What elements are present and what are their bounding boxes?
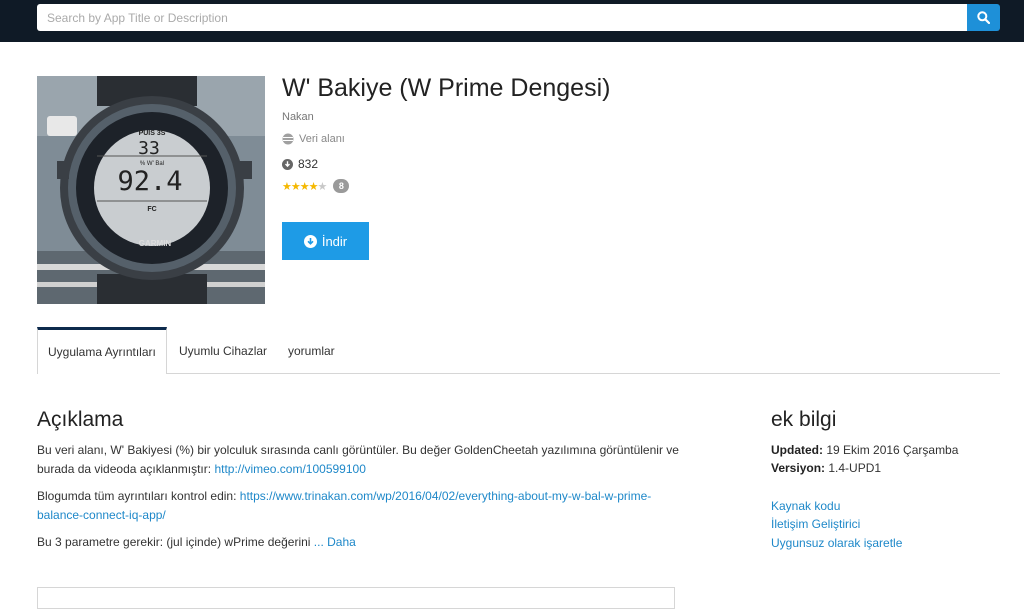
tab-bar: Uygulama Ayrıntıları Uyumlu Cihazlar yor…	[37, 327, 1000, 374]
download-button-label: İndir	[321, 233, 348, 249]
description-paragraph-3: Bu 3 parametre gerekir: (jul içinde) wPr…	[37, 533, 687, 552]
description-heading: Açıklama	[37, 408, 124, 431]
updated-label: Updated:	[771, 443, 823, 457]
downloads-row: 832	[282, 157, 318, 171]
star-filled-icon: ★	[299, 180, 310, 193]
tab-compatible-devices[interactable]: Uyumlu Cihazlar	[179, 327, 267, 373]
data-field-icon	[282, 133, 294, 145]
read-more-link[interactable]: ... Daha	[314, 535, 356, 549]
rating-count-badge: 8	[333, 179, 350, 193]
watch-top-value: 33	[138, 138, 160, 159]
report-inappropriate-link[interactable]: Uygunsuz olarak işaretle	[771, 536, 902, 550]
download-count: 832	[298, 157, 319, 171]
description-paragraph-1: Bu veri alanı, W' Bakiyesi (%) bir yolcu…	[37, 441, 687, 478]
search-button[interactable]	[967, 4, 1000, 31]
rating-stars: ★★★★★	[282, 180, 328, 193]
app-title: W' Bakiye (W Prime Dengesi)	[282, 74, 611, 102]
star-filled-icon: ★	[308, 180, 319, 193]
download-count-icon	[282, 158, 293, 170]
description-text-3: Bu 3 parametre gerekir: (jul içinde) wPr…	[37, 535, 314, 549]
watch-brand: GARMIN	[139, 239, 172, 248]
description-paragraph-2: Blogumda tüm ayrıntıları kontrol edin: h…	[37, 487, 687, 524]
rating-row: ★★★★★ 8	[282, 179, 350, 193]
updated-row: Updated: 19 Ekim 2016 Çarşamba	[771, 443, 958, 457]
watch-top-label: PUIS 3S	[139, 130, 166, 137]
vimeo-link[interactable]: http://vimeo.com/100599100	[214, 462, 365, 476]
version-value: 1.4-UPD1	[828, 461, 882, 475]
tab-app-details[interactable]: Uygulama Ayrıntıları	[37, 327, 167, 374]
watch-bottom-label: FC	[147, 206, 156, 213]
search-input[interactable]	[37, 4, 967, 31]
developer-link[interactable]: Nakan	[282, 111, 314, 123]
top-navigation-bar	[0, 0, 1024, 42]
contact-developer-link[interactable]: İletişim Geliştirici	[771, 517, 860, 531]
star-empty-icon: ★	[317, 180, 328, 193]
source-code-link[interactable]: Kaynak kodu	[771, 499, 840, 513]
download-circle-icon	[303, 234, 317, 248]
version-label: Versiyon:	[771, 461, 826, 475]
app-type-label: Veri alanı	[299, 133, 345, 145]
extra-info-heading: ek bilgi	[771, 408, 837, 431]
content-box-bottom	[37, 587, 675, 609]
search-icon	[977, 11, 990, 24]
description-text-2: Blogumda tüm ayrıntıları kontrol edin:	[37, 489, 240, 503]
watch-image: PUIS 3S 33 % W' Bal 92.4 FC GARMIN	[37, 76, 265, 304]
star-filled-icon: ★	[290, 180, 301, 193]
download-button[interactable]: İndir	[282, 222, 369, 260]
app-image: PUIS 3S 33 % W' Bal 92.4 FC GARMIN	[37, 76, 265, 304]
watch-main-value: 92.4	[117, 166, 182, 197]
version-row: Versiyon: 1.4-UPD1	[771, 461, 881, 475]
tab-reviews[interactable]: yorumlar	[288, 327, 335, 373]
app-type-row: Veri alanı	[282, 133, 345, 145]
star-filled-icon: ★	[282, 180, 292, 193]
updated-value: 19 Ekim 2016 Çarşamba	[826, 443, 959, 457]
